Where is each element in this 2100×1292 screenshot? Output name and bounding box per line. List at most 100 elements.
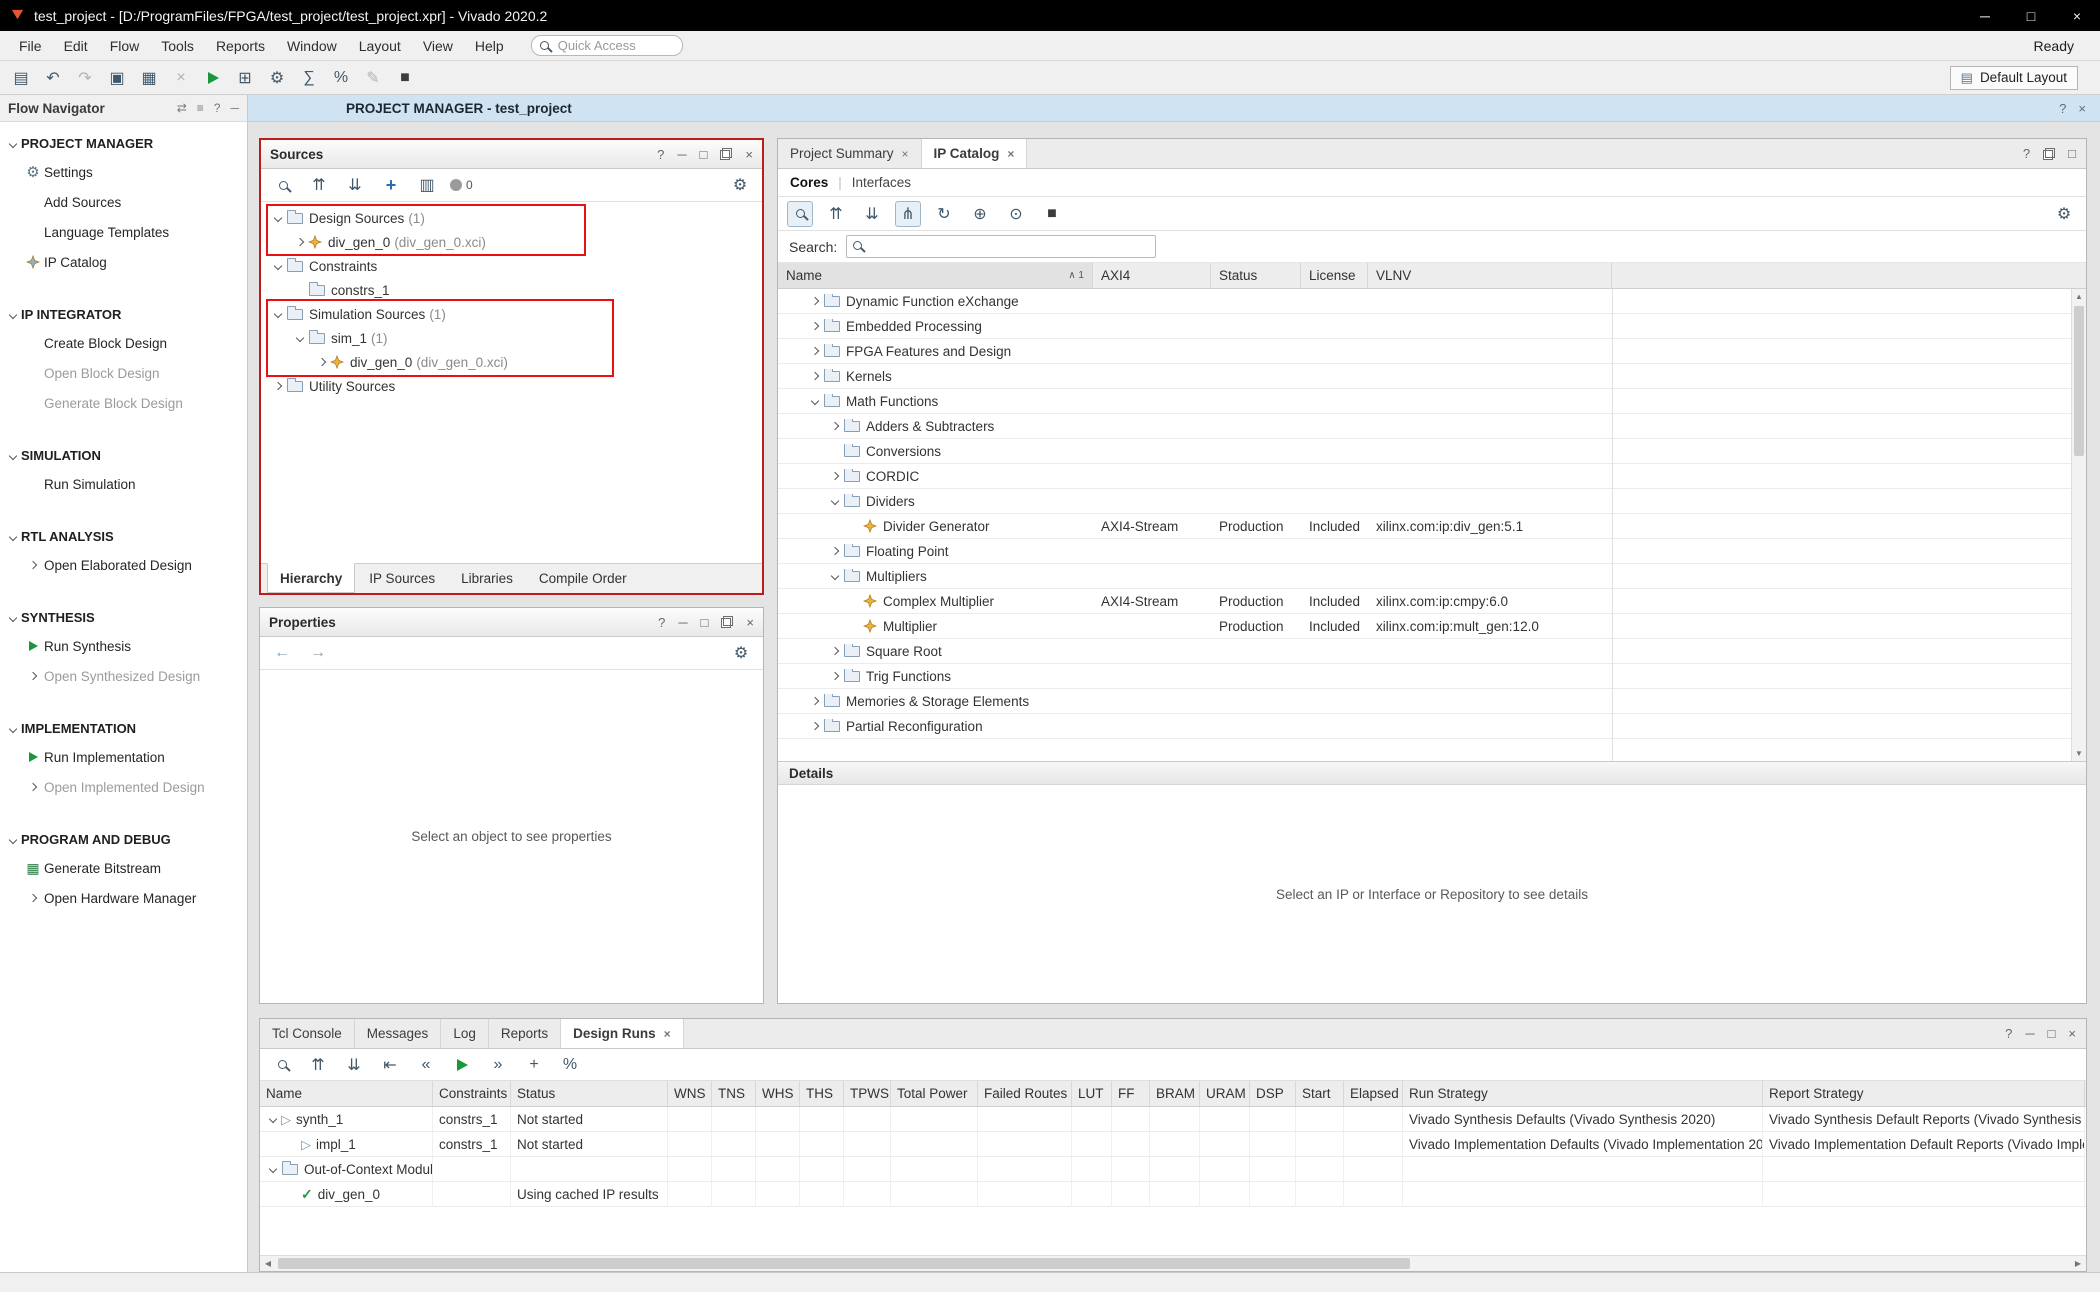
settings-icon[interactable]: ⚙ (264, 65, 290, 91)
flow-section-header-synthesis[interactable]: SYNTHESIS (0, 604, 247, 631)
tab-reports[interactable]: Reports (489, 1019, 561, 1048)
tab-design-runs[interactable]: Design Runs× (561, 1019, 684, 1048)
float-icon[interactable] (2043, 148, 2055, 160)
chevron-down-icon[interactable] (826, 573, 843, 579)
flow-section-header-implementation[interactable]: IMPLEMENTATION (0, 715, 247, 742)
sum-icon[interactable]: ∑ (296, 65, 322, 91)
scroll-down-icon[interactable]: ▼ (2072, 746, 2086, 761)
column-header-name[interactable]: Name (260, 1081, 433, 1106)
maximize-button[interactable]: □ (2008, 0, 2054, 31)
chevron-right-icon[interactable] (25, 895, 42, 901)
sidebar-menu-icon[interactable]: ≡ (197, 101, 204, 115)
column-header-vlnv[interactable]: VLNV (1368, 263, 1612, 288)
design-run-row-impl-1[interactable]: ▷impl_1constrs_1Not startedVivado Implem… (260, 1132, 2086, 1157)
menu-reports[interactable]: Reports (205, 31, 276, 60)
menu-window[interactable]: Window (276, 31, 348, 60)
column-header-total-power[interactable]: Total Power (891, 1081, 978, 1106)
ip-catalog-row-dividers[interactable]: Dividers (778, 489, 2086, 514)
column-header-whs[interactable]: WHS (756, 1081, 800, 1106)
chevron-right-icon[interactable] (826, 423, 843, 429)
chevron-down-icon[interactable] (264, 1166, 281, 1172)
maximize-icon[interactable]: □ (700, 147, 708, 162)
settings-icon[interactable]: ⚙ (727, 172, 753, 198)
sources-tab-hierarchy[interactable]: Hierarchy (267, 563, 355, 593)
ip-catalog-row-dynamic-function-exchange[interactable]: Dynamic Function eXchange (778, 289, 2086, 314)
collapse-all-icon[interactable]: ⇈ (305, 1052, 331, 1078)
help-icon[interactable]: ? (2023, 146, 2030, 161)
ip-catalog-row-floating-point[interactable]: Floating Point (778, 539, 2086, 564)
minimize-button[interactable]: ─ (1962, 0, 2008, 31)
chevron-right-icon[interactable] (826, 548, 843, 554)
ip-catalog-row-embedded-processing[interactable]: Embedded Processing (778, 314, 2086, 339)
design-run-row-div-gen-0[interactable]: ✓div_gen_0Using cached IP results (260, 1182, 2086, 1207)
flow-item-ip-catalog[interactable]: IP Catalog (0, 247, 247, 277)
tab-close-icon[interactable]: × (1007, 147, 1014, 161)
expand-all-icon[interactable]: ⇊ (859, 201, 885, 227)
layout-selector[interactable]: ▤ Default Layout (1950, 66, 2078, 90)
sidebar-flip-icon[interactable]: ⇄ (177, 101, 187, 115)
flow-item-run-simulation[interactable]: Run Simulation (0, 469, 247, 499)
ip-catalog-row-complex-multiplier[interactable]: Complex MultiplierAXI4-StreamProductionI… (778, 589, 2086, 614)
report-icon[interactable]: ▥ (414, 172, 440, 198)
column-header-status[interactable]: Status (1211, 263, 1301, 288)
sources-tab-compile-order[interactable]: Compile Order (527, 564, 639, 593)
chevron-down-icon[interactable] (806, 398, 823, 404)
stop-icon[interactable]: ■ (1039, 201, 1065, 227)
menu-flow[interactable]: Flow (99, 31, 151, 60)
forward-icon[interactable]: → (305, 640, 331, 666)
menu-layout[interactable]: Layout (348, 31, 412, 60)
steps-icon[interactable]: ⊞ (232, 65, 258, 91)
chevron-down-icon[interactable] (4, 141, 21, 147)
ip-catalog-row-cordic[interactable]: CORDIC (778, 464, 2086, 489)
quick-access-search[interactable] (531, 35, 683, 56)
subtab-interfaces[interactable]: Interfaces (852, 175, 911, 190)
scrollbar-thumb[interactable] (278, 1258, 1410, 1269)
ip-search-input[interactable] (846, 235, 1156, 258)
close-icon[interactable]: × (746, 615, 754, 630)
column-header-failed-routes[interactable]: Failed Routes (978, 1081, 1072, 1106)
add-icon[interactable]: + (378, 172, 404, 198)
chevron-down-icon[interactable] (269, 311, 286, 317)
help-icon[interactable]: ? (2059, 101, 2066, 116)
flow-item-settings[interactable]: ⚙Settings (0, 157, 247, 187)
minimize-icon[interactable]: ─ (2025, 1026, 2034, 1041)
ip-catalog-row-adders-subtracters[interactable]: Adders & Subtracters (778, 414, 2086, 439)
menu-help[interactable]: Help (464, 31, 515, 60)
ip-catalog-row-partial-reconfiguration[interactable]: Partial Reconfiguration (778, 714, 2086, 739)
chevron-right-icon[interactable] (826, 673, 843, 679)
ip-catalog-row-kernels[interactable]: Kernels (778, 364, 2086, 389)
run-icon[interactable] (449, 1052, 475, 1078)
ip-catalog-vertical-scrollbar[interactable]: ▲ ▼ (2071, 289, 2086, 761)
column-header-dsp[interactable]: DSP (1250, 1081, 1296, 1106)
sources-panel-header[interactable]: Sources ?─□× (261, 140, 762, 169)
menu-file[interactable]: File (8, 31, 53, 60)
subtab-cores[interactable]: Cores (790, 175, 828, 190)
scroll-up-icon[interactable]: ▲ (2072, 289, 2086, 304)
hierarchy-icon[interactable]: ⋔ (895, 201, 921, 227)
tab-close-icon[interactable]: × (902, 147, 909, 161)
flow-item-language-templates[interactable]: Language Templates (0, 217, 247, 247)
collapse-all-icon[interactable]: ⇈ (306, 172, 332, 198)
design-run-row-out-of-context-module-runs[interactable]: Out-of-Context Module Runs (260, 1157, 2086, 1182)
column-header-lut[interactable]: LUT (1072, 1081, 1112, 1106)
column-header-wns[interactable]: WNS (668, 1081, 712, 1106)
float-icon[interactable] (721, 616, 733, 628)
column-header-status[interactable]: Status (511, 1081, 668, 1106)
scroll-right-icon[interactable]: ▶ (2070, 1256, 2086, 1271)
scroll-left-icon[interactable]: ◀ (260, 1256, 276, 1271)
percent-icon[interactable]: % (557, 1052, 583, 1078)
flow-section-header-project-manager[interactable]: PROJECT MANAGER (0, 130, 247, 157)
menu-edit[interactable]: Edit (53, 31, 99, 60)
ip-catalog-row-math-functions[interactable]: Math Functions (778, 389, 2086, 414)
ip-catalog-row-trig-functions[interactable]: Trig Functions (778, 664, 2086, 689)
float-icon[interactable] (720, 148, 732, 160)
flow-item-generate-bitstream[interactable]: ▦Generate Bitstream (0, 853, 247, 883)
chevron-right-icon[interactable] (826, 473, 843, 479)
column-header-bram[interactable]: BRAM (1150, 1081, 1200, 1106)
flow-item-run-synthesis[interactable]: Run Synthesis (0, 631, 247, 661)
close-icon[interactable]: × (2078, 101, 2086, 116)
add-repo-icon[interactable]: ⊕ (967, 201, 993, 227)
help-icon[interactable]: ? (657, 147, 664, 162)
source-tree-item-div-gen-0[interactable]: div_gen_0(div_gen_0.xci) (261, 350, 762, 374)
source-tree-item-sim-1[interactable]: sim_1(1) (261, 326, 762, 350)
